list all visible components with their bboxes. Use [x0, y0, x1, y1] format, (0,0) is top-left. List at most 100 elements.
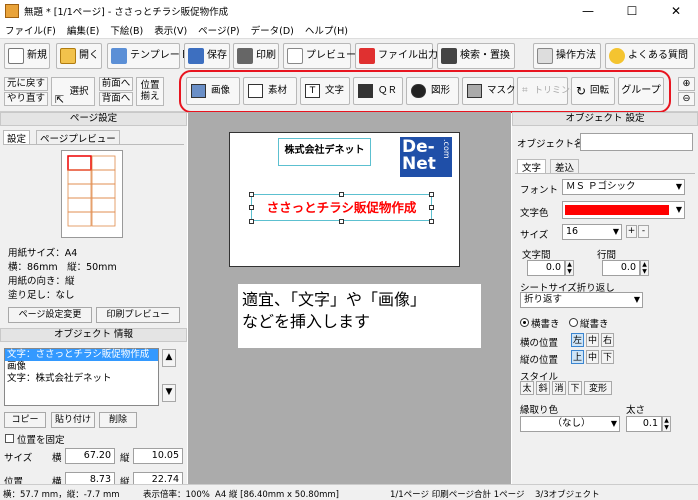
align-bottom-button[interactable]: 下 — [601, 350, 614, 364]
denet-logo[interactable]: De-Net .com — [400, 137, 452, 177]
menu-page[interactable]: ページ(P) — [193, 22, 245, 37]
headline-text-frame[interactable]: ささっとチラシ販促物作成 — [251, 194, 432, 221]
text-button[interactable]: T 文字 — [300, 77, 350, 105]
size-width-field[interactable]: 67.20 — [65, 448, 115, 464]
menu-data[interactable]: データ(D) — [246, 22, 300, 37]
canvas-area[interactable]: 株式会社デネット De-Net .com ささっとチラシ販促物作成 適宜、「文字… — [188, 112, 511, 484]
align-middle-button[interactable]: 中 — [586, 350, 599, 364]
char-spacing-label: 文字間 — [522, 250, 551, 261]
strike-button[interactable]: 消 — [552, 381, 566, 395]
transform-button[interactable]: 変形 — [584, 381, 612, 395]
copy-button[interactable]: コピー — [4, 412, 46, 428]
print-button[interactable]: 印刷 — [233, 43, 279, 69]
move-up-icon[interactable]: ▲ — [162, 349, 176, 367]
trim-button[interactable]: ⌗ トリミング — [517, 77, 579, 105]
delete-button[interactable]: 削除 — [99, 412, 137, 428]
paper-size-text: 用紙サイズ：A4 — [8, 248, 78, 259]
open-button[interactable]: 開く — [56, 43, 102, 69]
mask-button[interactable]: マスク — [462, 77, 516, 105]
align-right-button[interactable]: 右 — [601, 333, 614, 347]
tab-page-preview[interactable]: ページプレビュー — [36, 130, 120, 145]
image-button[interactable]: 画像 — [186, 77, 240, 105]
page-settings-change-button[interactable]: ページ設定変更 — [8, 307, 92, 323]
redo-button[interactable]: やり直す — [4, 92, 48, 106]
tab-settings[interactable]: 設定 — [3, 130, 31, 145]
size-plus-button[interactable]: + — [626, 225, 637, 238]
object-name-field[interactable] — [580, 133, 693, 151]
menu-background[interactable]: 下絵(B) — [105, 22, 149, 37]
resize-handle[interactable] — [429, 205, 434, 210]
font-size-select[interactable]: 16 ▼ — [562, 224, 622, 240]
new-button[interactable]: 新規 — [4, 43, 50, 69]
preview-button[interactable]: プレビュー — [283, 43, 356, 69]
wrap-select[interactable]: 折り返す ▼ — [520, 292, 643, 308]
maximize-button[interactable]: ☐ — [610, 0, 654, 22]
line-spacing-field[interactable]: 0.0 — [602, 260, 640, 276]
material-button[interactable]: 素材 — [243, 77, 297, 105]
menu-view[interactable]: 表示(V) — [149, 22, 193, 37]
close-button[interactable]: ✕ — [654, 0, 698, 22]
resize-handle[interactable] — [339, 219, 344, 224]
border-color-select[interactable]: （なし） ▼ — [520, 416, 620, 432]
resize-handle[interactable] — [429, 192, 434, 197]
rotate-button[interactable]: ↻ 回転 — [571, 77, 615, 105]
vertical-radio[interactable] — [569, 318, 578, 327]
size-height-field[interactable]: 10.05 — [133, 448, 183, 464]
group-button[interactable]: グループ — [618, 77, 664, 105]
align-center-button[interactable]: 中 — [586, 333, 599, 347]
align-button[interactable]: 位置 揃え — [136, 77, 164, 106]
howto-button[interactable]: 操作方法 — [533, 43, 601, 69]
align-left-button[interactable]: 左 — [571, 333, 584, 347]
bleed-text: 塗り足し：なし — [8, 290, 75, 301]
send-back-button[interactable]: 背面へ — [99, 92, 133, 106]
object-list-item[interactable]: 画像 — [5, 361, 158, 373]
select-button[interactable]: ⇱ 選択 — [51, 77, 95, 106]
undo-button[interactable]: 元に戻す — [4, 77, 48, 91]
text-color-select[interactable]: ▼ — [562, 201, 685, 219]
menu-edit[interactable]: 編集(E) — [62, 22, 105, 37]
save-button[interactable]: 保存 — [184, 43, 230, 69]
business-card[interactable]: 株式会社デネット De-Net .com ささっとチラシ販促物作成 — [229, 132, 460, 267]
zoom-out-icon[interactable]: ⊖ — [678, 92, 695, 106]
tab-text[interactable]: 文字 — [517, 159, 547, 174]
qr-button[interactable]: ＱＲ — [353, 77, 403, 105]
size-minus-button[interactable]: - — [638, 225, 649, 238]
company-text-frame[interactable]: 株式会社デネット — [278, 138, 371, 166]
resize-handle[interactable] — [249, 219, 254, 224]
resize-handle[interactable] — [249, 205, 254, 210]
bring-front-button[interactable]: 前面へ — [99, 77, 133, 91]
italic-button[interactable]: 斜 — [536, 381, 550, 395]
align-top-button[interactable]: 上 — [571, 350, 584, 364]
resize-handle[interactable] — [249, 192, 254, 197]
tab-insert[interactable]: 差込 — [550, 159, 580, 174]
print-preview-button[interactable]: 印刷プレビュー — [96, 307, 180, 323]
menu-file[interactable]: ファイル(F) — [0, 22, 62, 37]
object-list-item[interactable]: 文字：ささっとチラシ販促物作成 — [5, 349, 158, 361]
resize-handle[interactable] — [339, 192, 344, 197]
faq-button[interactable]: よくある質問 — [605, 43, 695, 69]
bold-button[interactable]: 太 — [520, 381, 534, 395]
menu-help[interactable]: ヘルプ(H) — [300, 22, 354, 37]
spinner-icon[interactable]: ▲ ▼ — [662, 416, 671, 432]
thickness-field[interactable]: 0.1 — [626, 416, 662, 432]
char-spacing-field[interactable]: 0.0 — [527, 260, 565, 276]
underline-button[interactable]: 下 — [568, 381, 582, 395]
spinner-icon[interactable]: ▲ ▼ — [565, 260, 574, 276]
resize-handle[interactable] — [429, 219, 434, 224]
minimize-button[interactable]: — — [566, 0, 610, 22]
export-button[interactable]: ファイル出力 — [355, 43, 438, 69]
note-line-2: などを挿入します — [242, 312, 371, 331]
preview-icon — [287, 48, 303, 64]
move-down-icon[interactable]: ▼ — [162, 384, 176, 402]
horizontal-radio[interactable] — [520, 318, 529, 327]
object-list[interactable]: 文字：ささっとチラシ販促物作成 画像 文字：株式会社デネット — [4, 348, 159, 406]
zoom-in-icon[interactable]: ⊕ — [678, 77, 695, 91]
spinner-icon[interactable]: ▲ ▼ — [640, 260, 649, 276]
object-list-item[interactable]: 文字：株式会社デネット — [5, 373, 158, 385]
search-replace-button[interactable]: 検索・置換 — [437, 43, 515, 69]
shape-button[interactable]: 図形 — [406, 77, 459, 105]
paste-button[interactable]: 貼り付け — [51, 412, 95, 428]
fix-position-checkbox[interactable] — [5, 434, 14, 443]
font-select[interactable]: ＭＳ Ｐゴシック ▼ — [562, 179, 685, 195]
template-button[interactable]: テンプレート — [107, 43, 190, 69]
